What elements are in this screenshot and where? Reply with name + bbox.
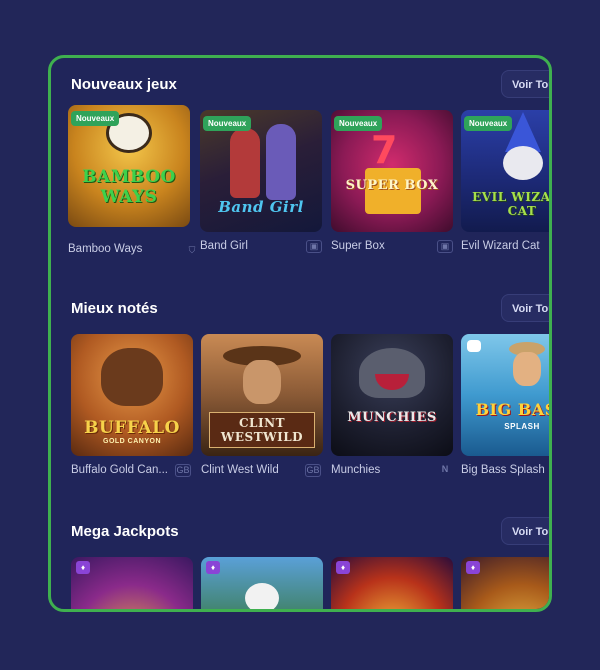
diamond-icon: ♦ [206, 561, 220, 574]
game-logo: BIG BASS [475, 400, 549, 419]
see-all-button[interactable]: Voir Tout [501, 517, 549, 545]
game-thumbnail[interactable]: EVIL WIZARD CAT Nouveaux [461, 110, 551, 232]
shield-icon: ⛉ [188, 245, 196, 255]
see-all-button[interactable]: Voir Tout [501, 70, 549, 98]
game-card[interactable]: 7 SUPER BOX Nouveaux Super Box ▣ [331, 110, 453, 253]
buffalo-illustration [101, 348, 163, 406]
game-name[interactable]: Bamboo Ways [68, 243, 168, 255]
game-card[interactable]: EVIL WIZARD CAT Nouveaux Evil Wizard Cat [461, 110, 551, 252]
game-thumbnail[interactable]: BUFFALO GOLD CANYON [71, 334, 193, 456]
game-thumbnail[interactable]: ♦ [201, 557, 323, 609]
gb-icon: GB [175, 464, 191, 477]
game-name[interactable]: Clint West Wild [201, 464, 301, 476]
diamond-icon: ♦ [336, 561, 350, 574]
seven-symbol-icon: 7 [371, 128, 398, 172]
game-card[interactable]: BIG BASS SPLASH Big Bass Splash [461, 334, 549, 476]
game-card[interactable]: ♦ [71, 557, 193, 609]
game-logo: CLINT WESTWILD [209, 412, 315, 448]
game-logo: BUFFALO [84, 418, 180, 438]
game-card[interactable]: MUNCHIES Munchies N [331, 334, 453, 476]
game-logo-subtitle: SPLASH [504, 422, 540, 431]
diamond-icon: ♦ [76, 561, 90, 574]
chip-icon: ▣ [306, 240, 322, 253]
game-thumbnail[interactable]: CLINT WESTWILD [201, 334, 323, 456]
game-card[interactable]: BAMBOO WAYS Nouveaux Bamboo Ways ⛉ [68, 105, 195, 255]
game-card[interactable]: ♦ [201, 557, 323, 609]
character-illustration [230, 128, 260, 198]
section-title: Mega Jackpots [71, 523, 179, 540]
new-badge: Nouveaux [464, 116, 513, 131]
section-title: Mieux notés [71, 300, 158, 317]
game-card[interactable]: Band Girl Nouveaux Band Girl ▣ [200, 110, 322, 253]
game-name[interactable]: Big Bass Splash [461, 464, 549, 476]
character-illustration [266, 124, 296, 200]
game-card[interactable]: ♦ [331, 557, 453, 609]
section-title: Nouveaux jeux [71, 76, 177, 93]
game-logo: BAMBOO WAYS [82, 167, 176, 207]
game-name[interactable]: Evil Wizard Cat [461, 240, 549, 252]
games-panel: Nouveaux jeux Voir Tout BAMBOO WAYS Nouv… [48, 55, 552, 612]
new-badge: Nouveaux [334, 116, 383, 131]
game-card[interactable]: BUFFALO GOLD CANYON Buffalo Gold Can... … [71, 334, 193, 477]
panda-illustration [245, 583, 279, 609]
monster-illustration [359, 348, 425, 398]
game-thumbnail[interactable]: 7 SUPER BOX Nouveaux [331, 110, 453, 232]
game-logo-subtitle: GOLD CANYON [103, 438, 161, 445]
game-logo: SUPER BOX [345, 178, 439, 193]
game-name[interactable]: Super Box [331, 240, 431, 252]
game-logo: MUNCHIES [347, 410, 437, 425]
game-thumbnail[interactable]: ♦ [331, 557, 453, 609]
game-name[interactable]: Buffalo Gold Can... [71, 464, 171, 476]
diamond-icon: ♦ [466, 561, 480, 574]
game-thumbnail[interactable]: Band Girl Nouveaux [200, 110, 322, 232]
gb-icon: GB [305, 464, 321, 477]
game-thumbnail[interactable]: BIG BASS SPLASH [461, 334, 549, 456]
provider-logo-icon [467, 340, 481, 352]
see-all-button[interactable]: Voir Tout [501, 294, 549, 322]
game-thumbnail[interactable]: MUNCHIES [331, 334, 453, 456]
cat-illustration [503, 146, 543, 180]
game-card[interactable]: CLINT WESTWILD Clint West Wild GB [201, 334, 323, 477]
game-logo: Band Girl [218, 198, 304, 216]
n-icon: N [441, 464, 449, 474]
new-badge: Nouveaux [203, 116, 252, 131]
new-badge: Nouveaux [71, 111, 120, 126]
cowboy-face-illustration [243, 360, 281, 404]
game-name[interactable]: Band Girl [200, 240, 300, 252]
fisherman-illustration [513, 352, 541, 386]
game-logo: EVIL WIZARD CAT [472, 190, 551, 218]
game-card[interactable]: ♦ [461, 557, 549, 609]
game-name[interactable]: Munchies [331, 464, 431, 476]
game-thumbnail[interactable]: BAMBOO WAYS Nouveaux [68, 105, 190, 227]
game-thumbnail[interactable]: ♦ [71, 557, 193, 609]
game-thumbnail[interactable]: ♦ [461, 557, 549, 609]
chip-icon: ▣ [437, 240, 453, 253]
